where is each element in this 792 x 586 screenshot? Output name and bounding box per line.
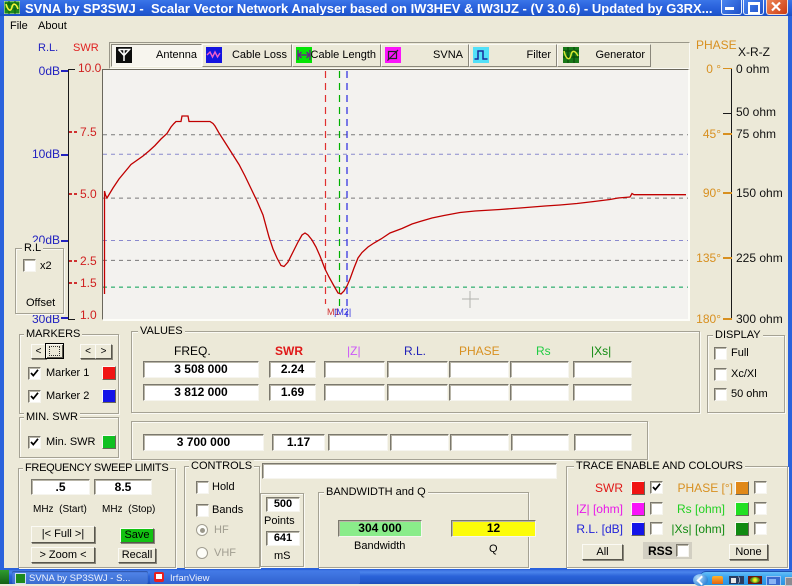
svg-text:|M2|: |M2| [334, 307, 351, 317]
